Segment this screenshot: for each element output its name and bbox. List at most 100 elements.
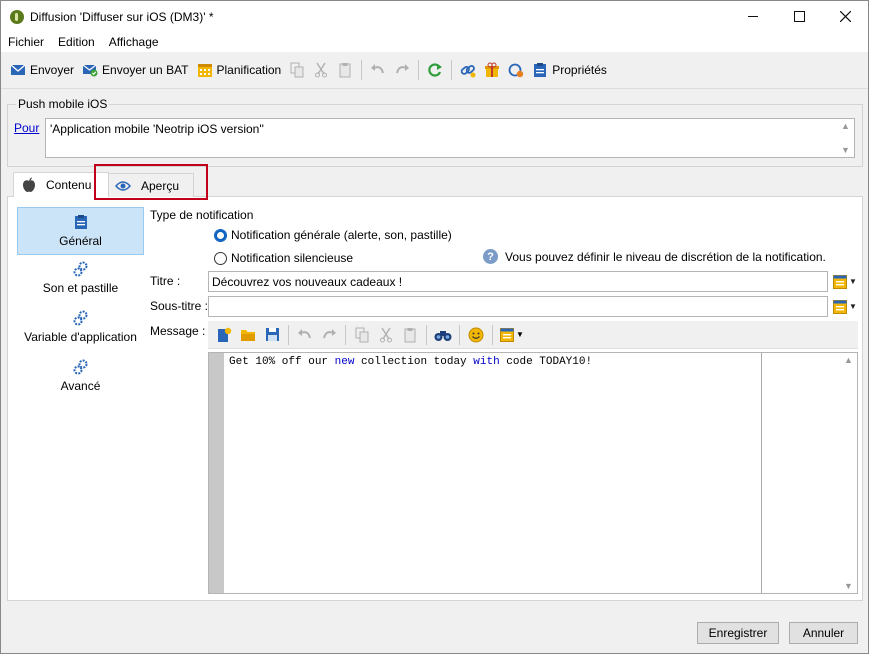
radio-general-label: Notification générale (alerte, son, past… [231,228,452,242]
toolbar-separator [459,324,460,345]
scroll-up-icon: ▲ [844,355,853,365]
sidebar-item-son-et-pastille[interactable]: Son et pastille [17,261,144,295]
close-icon [839,11,851,22]
toolbar-separator [361,60,363,80]
cut-button[interactable] [309,58,333,82]
pour-link[interactable]: Pour [14,121,39,135]
target-button[interactable] [504,58,528,82]
refresh-button[interactable] [423,58,447,82]
subtitle-personalization-button[interactable]: ▼ [831,296,859,317]
editor-margin-line [761,353,762,593]
notification-help: ? Vous pouvez définir le niveau de discr… [483,249,826,264]
target-mapping-field[interactable]: 'Application mobile 'Neotrip iOS version… [45,118,855,158]
push-group-title: Push mobile iOS [16,97,110,111]
group-divider [7,166,863,167]
sidebar-item-son-label: Son et pastille [42,281,119,295]
message-label: Message : [150,324,206,338]
title-personalization-button[interactable]: ▼ [831,271,859,292]
send-bat-button[interactable]: Envoyer un BAT [78,58,192,82]
envelope-icon [10,62,26,78]
envelope-check-icon [82,62,98,78]
editor-copy-button[interactable] [350,323,374,347]
scissors-icon [315,62,328,78]
gears-icon [17,310,144,326]
schedule-label: Planification [216,63,282,77]
save-button-label: Enregistrer [708,626,768,640]
message-editor[interactable]: Get 10% off our new collection today wit… [208,352,858,594]
subtitle-input[interactable] [208,296,828,317]
sidebar-item-avance[interactable]: Avancé [17,359,144,393]
open-button[interactable] [236,323,260,347]
clipboard-icon [18,214,143,230]
target-mapping-scrollbar[interactable]: ▲ ▼ [837,119,854,157]
copy-button[interactable] [285,58,309,82]
editor-paste-button[interactable] [398,323,422,347]
cancel-button[interactable]: Annuler [789,622,858,644]
find-button[interactable] [431,323,455,347]
binoculars-icon [434,330,452,341]
link-button[interactable] [456,58,480,82]
new-button[interactable] [212,323,236,347]
sidebar-item-general-label: Général [59,234,102,248]
minimize-button[interactable] [730,1,776,32]
toolbar-separator [418,60,420,80]
subtitle-label: Sous-titre : [150,299,209,313]
radio-silent-button[interactable] [214,251,227,265]
sidebar-item-avance-label: Avancé [60,379,101,393]
undo-button[interactable] [366,58,390,82]
link-icon [461,65,476,78]
title-input[interactable]: Découvrez vos nouveaux cadeaux ! [208,271,828,292]
schedule-button[interactable]: Planification [193,58,286,82]
undo-icon [298,328,311,338]
message-text-part: Get 10% off our [229,356,335,368]
save-file-button[interactable] [260,323,284,347]
radio-general-notification[interactable]: Notification générale (alerte, son, past… [214,228,452,242]
scroll-down-icon: ▼ [841,145,850,155]
chevron-down-icon: ▼ [516,330,524,339]
personalization-icon [833,274,848,289]
emoji-button[interactable] [464,323,488,347]
gift-button[interactable] [480,58,504,82]
scroll-up-icon: ▲ [841,121,850,131]
close-button[interactable] [822,1,868,32]
menu-fichier[interactable]: Fichier [1,35,51,49]
editor-redo-button[interactable] [317,323,341,347]
tab-content[interactable]: Contenu [13,172,109,197]
properties-label: Propriétés [552,63,607,77]
send-button[interactable]: Envoyer [6,58,78,82]
editor-cut-button[interactable] [374,323,398,347]
message-text: Get 10% off our new collection today wit… [229,356,592,368]
main-toolbar: Envoyer Envoyer un BAT Planification Pro… [1,52,868,89]
chevron-down-icon: ▼ [849,302,857,311]
toolbar-separator [345,324,346,345]
menu-edition[interactable]: Edition [51,35,102,49]
tab-preview[interactable]: Aperçu [104,173,194,197]
personalization-icon [833,299,848,314]
sidebar-item-general[interactable]: Général [17,207,144,255]
editor-undo-button[interactable] [293,323,317,347]
copy-icon [355,327,369,342]
redo-button[interactable] [390,58,414,82]
toolbar-separator [451,60,453,80]
message-keyword: with [473,356,500,368]
editor-gutter [209,353,224,593]
maximize-button[interactable] [776,1,822,32]
toolbar-separator [426,324,427,345]
undo-icon [371,64,385,74]
copy-icon [290,62,304,78]
scissors-icon [380,327,392,342]
target-mapping-value: 'Application mobile 'Neotrip iOS version… [50,122,264,136]
scroll-down-icon: ▼ [844,581,853,591]
title-label: Titre : [150,274,181,288]
sidebar-item-variable-application[interactable]: Variable d'application [17,310,144,344]
folder-icon [241,329,255,341]
radio-silent-notification[interactable]: Notification silencieuse [214,251,353,265]
menu-affichage[interactable]: Affichage [102,35,166,49]
properties-button[interactable]: Propriétés [528,58,611,82]
tab-content-label: Contenu [46,178,92,192]
editor-personalization-button[interactable]: ▼ [497,323,527,347]
save-button[interactable]: Enregistrer [697,622,779,644]
radio-general-button[interactable] [214,228,227,242]
editor-scrollbar[interactable]: ▲ ▼ [840,353,857,593]
paste-button[interactable] [333,58,357,82]
